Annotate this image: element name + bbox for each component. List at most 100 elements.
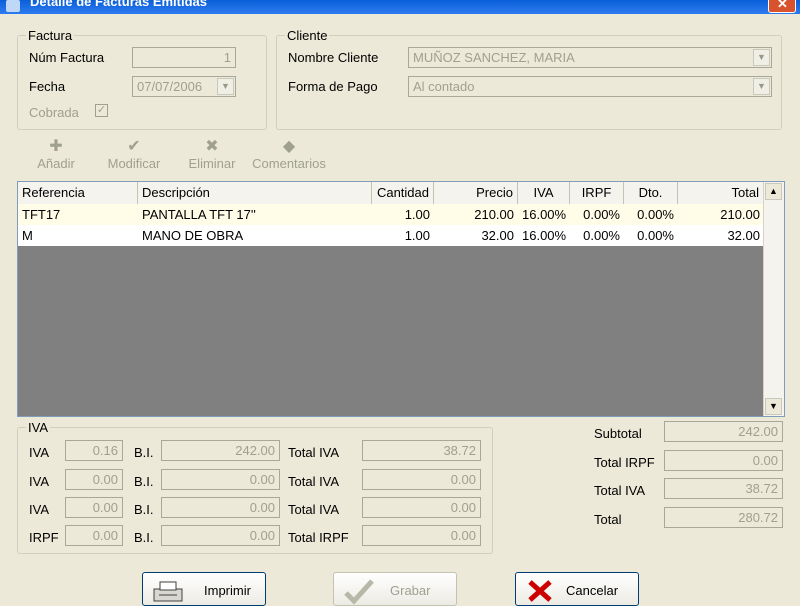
cobrada-label: Cobrada [29,105,79,120]
cell-iva: 16.00% [522,207,567,222]
num-factura-label: Núm Factura [29,50,105,65]
invoice-lines-grid[interactable]: Referencia Descripción Cantidad Precio I… [17,181,785,417]
title-bar: Detalle de Facturas Emitidas ✕ [0,0,800,14]
cell-irpf: 0.00% [583,228,620,243]
iva-pct-field[interactable]: 0.16 [65,440,123,461]
total-field[interactable]: 280.72 [664,507,783,528]
printer-icon [153,581,183,602]
total-iva-field[interactable]: 0.00 [362,469,481,490]
irpf-pct-field[interactable]: 0.00 [65,525,123,546]
total-irpf-label: Total IRPF [594,455,655,470]
add-button[interactable]: ✚ Añadir [30,138,82,171]
cell-total: 210.00 [720,207,760,222]
comment-icon: ◆ [282,138,296,155]
table-row[interactable]: M MANO DE OBRA 1.00 32.00 16.00% 0.00% 0… [18,225,764,246]
cell-precio: 32.00 [481,228,514,243]
forma-pago-select[interactable]: Al contado ▼ [408,76,772,97]
cobrada-checkbox[interactable]: ✓ [95,104,108,117]
scroll-down-icon[interactable]: ▼ [765,398,782,415]
header-cantidad[interactable]: Cantidad [372,182,434,204]
bi-field[interactable]: 0.00 [161,497,280,518]
bi-field[interactable]: 0.00 [161,525,280,546]
header-irpf[interactable]: IRPF [570,182,624,204]
bi-label: B.I. [134,530,154,545]
bi-field[interactable]: 242.00 [161,440,280,461]
grid-header: Referencia Descripción Cantidad Precio I… [18,182,764,205]
save-label: Grabar [390,583,431,598]
bi-field[interactable]: 0.00 [161,469,280,490]
checkmark-icon: ✔ [127,138,141,155]
cell-iva: 16.00% [522,228,567,243]
cell-dto: 0.00% [637,207,674,222]
chevron-down-icon[interactable]: ▼ [217,78,234,95]
iva-pct-field[interactable]: 0.00 [65,497,123,518]
header-descripcion[interactable]: Descripción [138,182,372,204]
chevron-down-icon[interactable]: ▼ [753,49,770,66]
total-label: Total [594,512,622,527]
irpf-row-label: IRPF [29,530,59,545]
iva-row-label: IVA [29,502,49,517]
header-iva[interactable]: IVA [518,182,570,204]
num-factura-field[interactable]: 1 [132,47,236,68]
nombre-cliente-label: Nombre Cliente [288,50,379,65]
cell-irpf: 0.00% [583,207,620,222]
iva-row-label: IVA [29,474,49,489]
modify-button[interactable]: ✔ Modificar [102,138,166,171]
cell-descripcion: MANO DE OBRA [142,228,244,243]
print-label: Imprimir [204,583,251,598]
delete-label: Eliminar [188,156,236,171]
modify-label: Modificar [107,156,161,171]
nombre-cliente-select[interactable]: MUÑOZ SANCHEZ, MARIA ▼ [408,47,772,68]
cell-cantidad: 1.00 [404,207,430,222]
cell-descripcion: PANTALLA TFT 17'' [142,207,256,222]
table-row[interactable]: TFT17 PANTALLA TFT 17'' 1.00 210.00 16.0… [18,204,764,225]
window-title: Detalle de Facturas Emitidas [30,0,208,9]
cancel-x-icon [528,580,552,602]
nombre-cliente-value: MUÑOZ SANCHEZ, MARIA [413,50,575,65]
chevron-down-icon[interactable]: ▼ [753,78,770,95]
print-button[interactable]: Imprimir [142,572,266,606]
fecha-value: 07/07/2006 [137,79,203,94]
total-irpf-field[interactable]: 0.00 [362,525,481,546]
cell-referencia: M [22,228,33,243]
header-precio[interactable]: Precio [434,182,518,204]
plus-icon: ✚ [49,138,63,155]
save-button[interactable]: Grabar [333,572,457,606]
bi-label: B.I. [134,445,154,460]
grid-scrollbar[interactable]: ▲ ▼ [763,182,784,416]
total-iva-field[interactable]: 0.00 [362,497,481,518]
total-iva-field[interactable]: 38.72 [362,440,481,461]
cancel-label: Cancelar [566,583,619,598]
x-icon: ✖ [205,138,219,155]
subtotal-field[interactable]: 242.00 [664,421,783,442]
comments-button[interactable]: ◆ Comentarios [252,138,326,171]
header-total[interactable]: Total [678,182,764,204]
cell-dto: 0.00% [637,228,674,243]
cell-precio: 210.00 [474,207,514,222]
iva-pct-field[interactable]: 0.00 [65,469,123,490]
total-iva-summary-label: Total IVA [594,483,646,498]
forma-pago-label: Forma de Pago [288,79,378,94]
total-iva-summary-field[interactable]: 38.72 [664,478,783,499]
checkmark-icon [344,579,374,605]
scroll-up-icon[interactable]: ▲ [765,183,782,200]
cliente-legend: Cliente [287,28,328,43]
close-icon: ✕ [777,0,788,11]
iva-row-label: IVA [29,445,49,460]
total-iva-label: Total IVA [288,502,340,517]
factura-legend: Factura [28,28,73,43]
cancel-button[interactable]: Cancelar [515,572,639,606]
add-label: Añadir [37,156,75,171]
total-iva-label: Total IVA [288,474,340,489]
header-referencia[interactable]: Referencia [18,182,138,204]
fecha-field[interactable]: 07/07/2006 ▼ [132,76,236,97]
forma-pago-value: Al contado [413,79,475,94]
fecha-label: Fecha [29,79,66,94]
app-icon [6,0,20,12]
header-dto[interactable]: Dto. [624,182,678,204]
subtotal-label: Subtotal [594,426,642,441]
delete-button[interactable]: ✖ Eliminar [184,138,240,171]
close-button[interactable]: ✕ [768,0,796,13]
total-irpf-summary-field[interactable]: 0.00 [664,450,783,471]
check-icon: ✓ [96,104,107,116]
